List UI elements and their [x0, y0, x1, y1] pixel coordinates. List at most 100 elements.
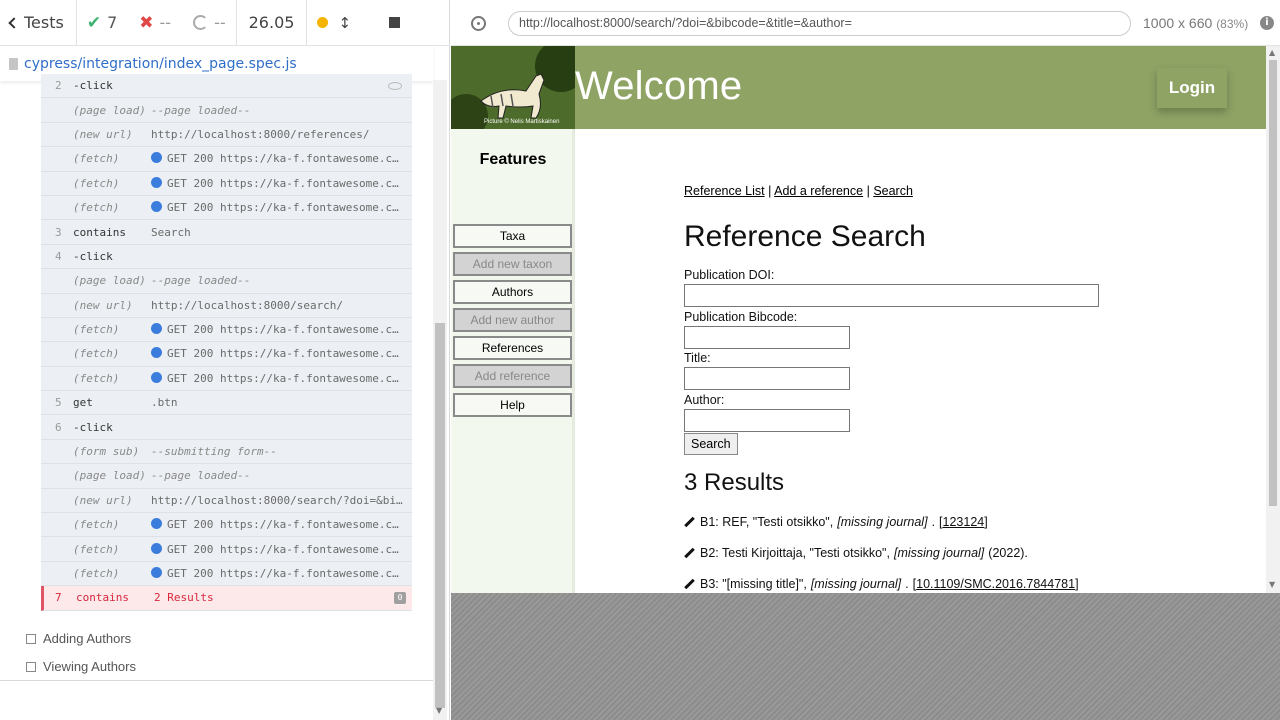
- command-row[interactable]: (new url) http://localhost:8000/search/?d…: [41, 488, 412, 514]
- sidebar-item-help[interactable]: Help: [453, 393, 572, 417]
- command-name: (fetch): [73, 347, 120, 361]
- command-message: --page loaded--: [151, 469, 412, 482]
- suite-viewing-authors[interactable]: Viewing Authors: [26, 659, 136, 674]
- command-row[interactable]: (page load) --page loaded--: [41, 269, 412, 294]
- command-row[interactable]: (form sub) --submitting form--: [41, 439, 412, 465]
- stop-icon[interactable]: [389, 17, 401, 28]
- scrollbar-thumb[interactable]: [1269, 60, 1277, 506]
- command-row[interactable]: (fetch) GET 200 https://ka-f.fontawesome.…: [41, 147, 412, 172]
- sidebar-item-authors[interactable]: Authors: [453, 280, 572, 304]
- sidebar-title: Features: [479, 151, 547, 168]
- command-row[interactable]: (fetch) GET 200 https://ka-f.fontawesome.…: [41, 513, 412, 538]
- add-reference-link[interactable]: Add a reference: [774, 184, 863, 198]
- command-message-text: --page loaded--: [151, 469, 251, 483]
- command-row[interactable]: 4 -click: [41, 244, 412, 270]
- command-row[interactable]: (page load) --page loaded--: [41, 464, 412, 489]
- scroll-down-arrow-icon[interactable]: ▼: [436, 706, 442, 715]
- command-row[interactable]: (fetch) GET 200 https://ka-f.fontawesome.…: [41, 342, 412, 367]
- command-row[interactable]: (fetch) GET 200 https://ka-f.fontawesome.…: [41, 366, 412, 392]
- result-link[interactable]: 10.1109/SMC.2016.7844781: [916, 577, 1075, 591]
- search-link[interactable]: Search: [873, 184, 913, 198]
- results-heading: 3 Results: [684, 469, 785, 496]
- checkbox-icon: [26, 633, 36, 644]
- login-button[interactable]: Login: [1157, 68, 1227, 108]
- pencil-icon[interactable]: [684, 548, 695, 559]
- pending-stat: --: [193, 13, 226, 32]
- command-message-text: Search: [151, 225, 191, 239]
- suite-adding-authors[interactable]: Adding Authors: [26, 631, 131, 646]
- crosshair-icon[interactable]: [471, 16, 486, 31]
- reporter-scrollbar[interactable]: ▼: [433, 80, 447, 720]
- command-row[interactable]: (fetch) GET 200 https://ka-f.fontawesome.…: [41, 317, 412, 343]
- scroll-up-arrow-icon[interactable]: ▲: [1269, 48, 1275, 57]
- command-row[interactable]: (new url) http://localhost:8000/search/: [41, 293, 412, 318]
- reference-list-link[interactable]: Reference List: [684, 184, 765, 198]
- status-dot-icon: [151, 323, 162, 335]
- command-row[interactable]: (new url) http://localhost:8000/reference…: [41, 122, 412, 148]
- passed-stat: ✔ 7: [87, 13, 117, 33]
- result-item: B3: "[missing title]", [missing journal]…: [684, 577, 1079, 591]
- sidebar-item-add-reference: Add reference: [453, 364, 572, 388]
- command-row[interactable]: 6 -click: [41, 415, 412, 440]
- scroll-down-arrow-icon[interactable]: ▼: [1269, 580, 1275, 589]
- aut-scrollbar[interactable]: ▲ ▼: [1266, 46, 1280, 593]
- viewport-size: 1000 x 660 (83%): [1143, 15, 1248, 31]
- command-name: -click: [73, 249, 113, 263]
- search-button[interactable]: Search: [684, 433, 738, 455]
- command-row[interactable]: (fetch) GET 200 https://ka-f.fontawesome.…: [41, 561, 412, 587]
- title-input[interactable]: [684, 367, 850, 390]
- sidebar-item-taxa[interactable]: Taxa: [453, 224, 572, 248]
- command-row[interactable]: 2 -click: [41, 74, 412, 99]
- author-input[interactable]: [684, 409, 850, 432]
- command-name: (fetch): [73, 542, 120, 556]
- command-log: 2 -click (page load) --page loaded-- (new ur…: [41, 74, 412, 611]
- result-journal: [missing journal]: [893, 546, 985, 560]
- running-indicator-icon: [317, 17, 329, 28]
- url-bar[interactable]: http://localhost:8000/search/?doi=&bibco…: [508, 11, 1131, 36]
- status-dot-icon: [151, 542, 162, 554]
- command-row[interactable]: (fetch) GET 200 https://ka-f.fontawesome.…: [41, 537, 412, 562]
- command-name: (fetch): [73, 201, 120, 215]
- command-row-failed[interactable]: 7 contains 2 Results 0: [41, 586, 412, 611]
- duration: 26.05: [237, 0, 308, 46]
- command-row[interactable]: 5 get .btn: [41, 391, 412, 416]
- status-dot-icon: [151, 371, 162, 383]
- tests-back-link[interactable]: Tests: [0, 0, 77, 46]
- result-journal: [missing journal]: [837, 515, 928, 529]
- sidebar-item-add-new-author: Add new author: [453, 308, 572, 332]
- command-name: (fetch): [73, 567, 120, 580]
- command-message: Search: [151, 226, 412, 239]
- info-icon[interactable]: i: [1260, 16, 1274, 30]
- command-row[interactable]: (fetch) GET 200 https://ka-f.fontawesome.…: [41, 195, 412, 221]
- pencil-icon[interactable]: [684, 517, 695, 528]
- pencil-icon[interactable]: [684, 579, 695, 590]
- command-message-text: http://localhost:8000/references/: [151, 127, 370, 141]
- run-controls: ↕: [307, 0, 410, 46]
- command-row[interactable]: (page load) --page loaded--: [41, 98, 412, 123]
- command-message: http://localhost:8000/search/: [151, 299, 412, 312]
- command-name: (new url): [73, 493, 133, 507]
- toggle-auto-scroll-icon[interactable]: ↕: [338, 14, 351, 32]
- doi-input[interactable]: [684, 284, 1099, 307]
- result-item: B1: REF, "Testi otsikko", [missing journ…: [684, 515, 988, 529]
- command-number: 4: [55, 249, 62, 263]
- result-link[interactable]: 123124: [943, 515, 985, 529]
- nav-links: Reference List | Add a reference | Searc…: [684, 184, 913, 198]
- scrollbar-thumb[interactable]: [435, 323, 445, 708]
- command-message-text: GET 200 https://ka-f.fontawesome.com/rel…: [167, 371, 412, 385]
- command-row[interactable]: (fetch) GET 200 https://ka-f.fontawesome.…: [41, 171, 412, 196]
- test-stats: ✔ 7 ✖ -- --: [77, 0, 237, 46]
- command-message: --page loaded--: [151, 104, 412, 117]
- spinner-icon: [193, 15, 209, 30]
- sidebar-item-add-new-taxon: Add new taxon: [453, 252, 572, 276]
- command-message-text: GET 200 https://ka-f.fontawesome.com/rel…: [167, 323, 412, 337]
- page-title: Reference Search: [684, 220, 926, 253]
- sidebar-item-references[interactable]: References: [453, 336, 572, 360]
- result-text: B2: Testi Kirjoittaja, "Testi otsikko",: [700, 546, 890, 560]
- check-icon: ✔: [86, 12, 102, 33]
- bibcode-input[interactable]: [684, 326, 850, 349]
- element-count-badge: 0: [394, 591, 406, 604]
- command-message: .btn: [151, 396, 412, 409]
- result-middle: .: [905, 577, 909, 591]
- command-row[interactable]: 3 contains Search: [41, 220, 412, 245]
